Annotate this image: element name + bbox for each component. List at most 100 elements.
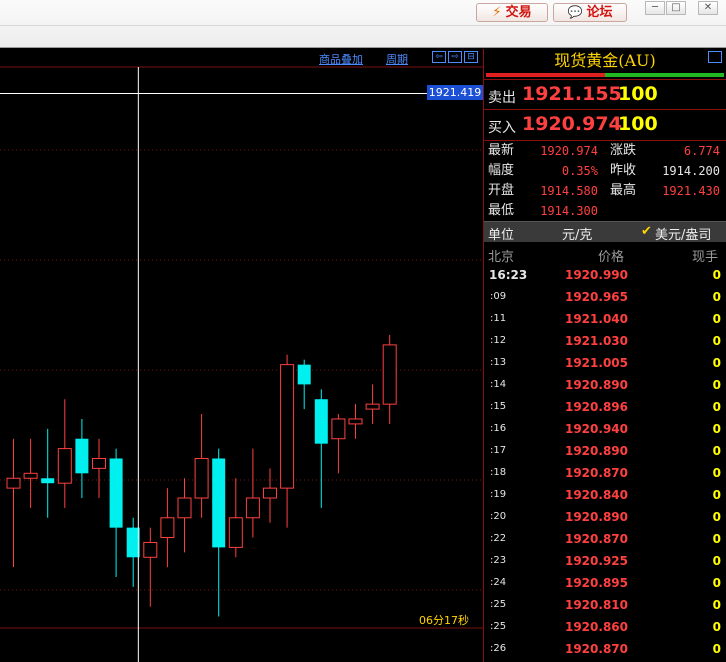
tick-row: 16:23 1920.990 0 xyxy=(484,265,726,287)
panel-maximize-icon[interactable] xyxy=(708,51,722,63)
tick-volume-header: 现手 xyxy=(692,250,719,265)
tick-row: :11 1921.040 0 xyxy=(484,309,726,331)
tick-row: :23 1920.925 0 xyxy=(484,551,726,573)
prev-close-value: 1914.200 xyxy=(662,164,720,178)
tick-row: :18 1920.870 0 xyxy=(484,463,726,485)
candlestick-plot[interactable] xyxy=(0,49,483,662)
tick-row: :16 1920.940 0 xyxy=(484,419,726,441)
tick-time: :15 xyxy=(490,401,507,412)
candle-body xyxy=(143,541,158,558)
tick-volume: 0 xyxy=(712,400,721,414)
candle-body xyxy=(6,477,21,489)
tick-volume: 0 xyxy=(712,642,721,656)
buy-volume: 100 xyxy=(618,113,658,135)
close-icon: ✕ xyxy=(703,2,713,13)
candle-body xyxy=(348,418,363,425)
candle-body xyxy=(57,448,72,484)
candle-body xyxy=(228,517,243,548)
candle-body xyxy=(331,418,346,440)
unit-cny-gram[interactable]: 元/克 xyxy=(562,224,592,243)
tick-list[interactable]: 16:23 1920.990 0:09 1920.965 0:11 1921.040 0:1… xyxy=(484,265,726,661)
tick-volume: 0 xyxy=(712,334,721,348)
quote-panel: 现货黄金(AU) 卖出 1921.155 100 买入 1920.974 100… xyxy=(483,49,726,662)
sell-volume: 100 xyxy=(618,83,658,105)
unit-selector: 单位 元/克 ✔ 美元/盎司 xyxy=(484,221,726,243)
tick-price: 1920.890 xyxy=(564,378,628,392)
tick-time: :18 xyxy=(490,467,507,478)
candle-body xyxy=(109,458,123,528)
tick-volume: 0 xyxy=(712,378,721,392)
tick-price: 1920.870 xyxy=(564,532,628,546)
tick-volume: 0 xyxy=(712,466,721,480)
minimize-icon: ─ xyxy=(651,2,659,13)
tick-row: :12 1921.030 0 xyxy=(484,331,726,353)
change-value: 6.774 xyxy=(683,144,720,158)
tick-time: 16:23 xyxy=(489,268,528,282)
tick-volume: 0 xyxy=(712,554,721,568)
maximize-icon: □ xyxy=(671,2,681,13)
close-button[interactable]: ✕ xyxy=(698,1,718,15)
candle-body xyxy=(314,399,328,444)
tick-time: :23 xyxy=(490,555,507,566)
crosshair-price-label: 1921.419 xyxy=(427,85,483,101)
candle-body xyxy=(160,517,175,539)
candle-body xyxy=(92,457,106,469)
latest-value: 1920.974 xyxy=(540,144,598,158)
tick-price: 1921.040 xyxy=(564,312,628,326)
tick-row: :15 1920.896 0 xyxy=(484,397,726,419)
sell-label: 卖出 xyxy=(488,90,516,106)
scroll-left-icon[interactable]: ⇦ xyxy=(432,51,446,63)
instrument-title: 现货黄金(AU) xyxy=(554,51,656,70)
tick-volume: 0 xyxy=(712,422,721,436)
candle-body xyxy=(245,497,260,519)
tick-volume: 0 xyxy=(712,268,721,282)
tick-time: :20 xyxy=(490,511,507,522)
buy-quote-row: 买入 1920.974 100 xyxy=(484,110,726,141)
tick-volume: 0 xyxy=(712,488,721,502)
tick-price: 1920.896 xyxy=(564,400,628,414)
candle-body xyxy=(194,457,209,499)
tick-price: 1920.990 xyxy=(564,268,628,282)
tick-time: :25 xyxy=(490,621,507,632)
low-label: 最低 xyxy=(488,203,515,218)
sell-quote-row: 卖出 1921.155 100 xyxy=(484,79,726,110)
tick-time: :26 xyxy=(490,643,507,654)
candle-body xyxy=(382,344,397,405)
tick-row: :19 1920.840 0 xyxy=(484,485,726,507)
range-value: 0.35% xyxy=(561,164,598,178)
maximize-button[interactable]: □ xyxy=(666,1,686,15)
unit-usd-ounce[interactable]: 美元/盎司 xyxy=(655,224,711,243)
candle-body xyxy=(280,364,295,489)
minimize-button[interactable]: ─ xyxy=(645,1,665,15)
tick-row: :22 1920.870 0 xyxy=(484,529,726,551)
tick-volume: 0 xyxy=(712,312,721,326)
candle-body xyxy=(212,458,226,548)
quote-stats: 最新 1920.974 涨跌 6.774 幅度 0.35% 昨收 1914.20… xyxy=(484,141,726,221)
forum-button[interactable]: 💬 论坛 xyxy=(553,3,627,22)
tick-row: :17 1920.890 0 xyxy=(484,441,726,463)
layout-icon[interactable]: ⊟ xyxy=(464,51,478,63)
countdown-timer: 06分17秒 xyxy=(419,614,469,627)
tick-volume: 0 xyxy=(712,356,721,370)
period-link[interactable]: 周期 xyxy=(386,51,408,67)
tick-price: 1920.890 xyxy=(564,510,628,524)
low-value: 1914.300 xyxy=(540,204,598,218)
tick-volume: 0 xyxy=(712,576,721,590)
tick-volume: 0 xyxy=(712,620,721,634)
tick-row: :20 1920.890 0 xyxy=(484,507,726,529)
overlay-product-link[interactable]: 商品叠加 xyxy=(319,51,363,67)
unit-label: 单位 xyxy=(488,228,515,243)
tick-volume: 0 xyxy=(712,532,721,546)
tick-price: 1920.895 xyxy=(564,576,628,590)
tick-time: :24 xyxy=(490,577,507,588)
titlebar-divider xyxy=(0,25,726,26)
scroll-right-icon[interactable]: ⇨ xyxy=(448,51,462,63)
lightning-icon: ⚡ xyxy=(492,5,502,20)
tick-price: 1920.965 xyxy=(564,290,628,304)
trade-button[interactable]: ⚡ 交易 xyxy=(476,3,548,22)
kline-chart[interactable]: 商品叠加 周期 ⇦ ⇨ ⊟ 1921.419 06分17秒 xyxy=(0,49,483,662)
tick-row: :26 1920.870 0 xyxy=(484,639,726,661)
tick-time: :13 xyxy=(490,357,507,368)
tick-volume: 0 xyxy=(712,290,721,304)
tick-row: :25 1920.860 0 xyxy=(484,617,726,639)
